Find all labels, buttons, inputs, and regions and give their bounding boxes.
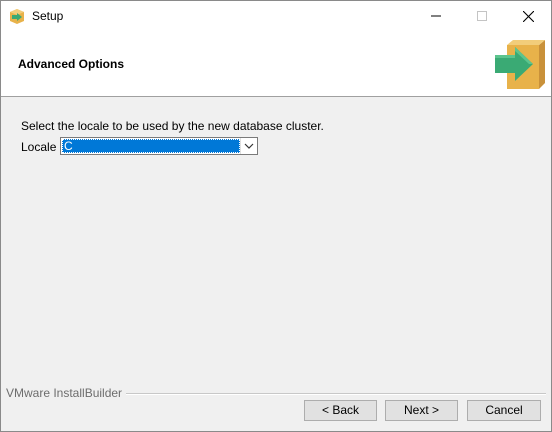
locale-dropdown-toggle[interactable] bbox=[240, 138, 257, 154]
title-bar[interactable]: Setup bbox=[1, 1, 551, 31]
locale-label: Locale bbox=[21, 140, 57, 154]
locale-selected-value: C bbox=[62, 139, 240, 153]
minimize-icon bbox=[431, 15, 441, 17]
footer-brand-label: VMware InstallBuilder bbox=[6, 386, 127, 400]
installer-box-icon bbox=[9, 8, 25, 24]
maximize-icon bbox=[477, 11, 487, 21]
page-header: Advanced Options bbox=[1, 31, 551, 97]
cancel-button[interactable]: Cancel bbox=[467, 400, 541, 421]
window-title: Setup bbox=[32, 9, 64, 23]
setup-window: Setup Advanced Options Select the locale… bbox=[0, 0, 552, 432]
close-button[interactable] bbox=[505, 1, 551, 31]
back-button[interactable]: < Back bbox=[304, 400, 377, 421]
minimize-button[interactable] bbox=[413, 1, 459, 31]
chevron-down-icon bbox=[244, 143, 254, 149]
next-button[interactable]: Next > bbox=[385, 400, 458, 421]
maximize-button[interactable] bbox=[459, 1, 505, 31]
page-title: Advanced Options bbox=[18, 57, 125, 71]
locale-dropdown[interactable]: C bbox=[60, 137, 258, 155]
locale-instruction: Select the locale to be used by the new … bbox=[21, 119, 324, 133]
close-icon bbox=[522, 10, 534, 22]
installer-box-arrow-icon bbox=[493, 37, 547, 91]
